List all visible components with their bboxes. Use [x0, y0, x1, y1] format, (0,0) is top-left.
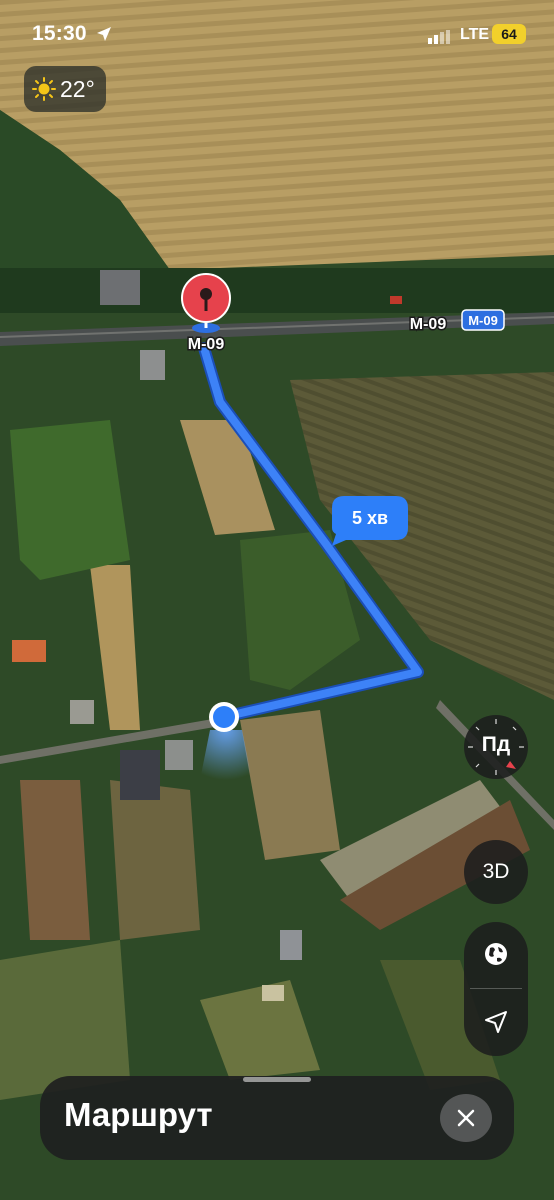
route-eta-bubble[interactable]: 5 хв	[332, 496, 408, 540]
compass-button[interactable]: Пд	[464, 715, 528, 779]
sheet-grabber[interactable]	[243, 1077, 311, 1082]
road-label-right: М-09	[410, 316, 447, 333]
3d-view-label: 3D	[482, 860, 510, 883]
road-label-pin: М-09	[188, 336, 225, 353]
route-bottom-sheet[interactable]: Маршрут	[40, 1076, 514, 1160]
signal-icon	[428, 30, 450, 44]
status-time: 15:30	[32, 22, 87, 45]
sheet-title: Маршрут	[64, 1096, 213, 1133]
close-icon	[457, 1109, 475, 1127]
location-services-icon	[97, 27, 111, 41]
compass-label: Пд	[481, 733, 511, 756]
status-bar: 15:30 LTE 64	[0, 0, 554, 70]
weather-temperature: 22°	[60, 76, 95, 102]
map-controls-group	[464, 922, 528, 1056]
svg-text:М-09: М-09	[468, 313, 498, 328]
controls-divider	[470, 988, 522, 989]
weather-widget[interactable]: 22°	[24, 66, 106, 112]
battery-indicator: 64	[492, 24, 526, 44]
globe-icon[interactable]	[482, 940, 510, 968]
route-eta-label: 5 хв	[351, 508, 389, 528]
location-arrow-icon[interactable]	[482, 1008, 510, 1036]
3d-view-button[interactable]: 3D	[464, 840, 528, 904]
network-label: LTE	[460, 26, 490, 43]
close-button[interactable]	[440, 1094, 492, 1142]
sun-icon	[32, 77, 56, 101]
